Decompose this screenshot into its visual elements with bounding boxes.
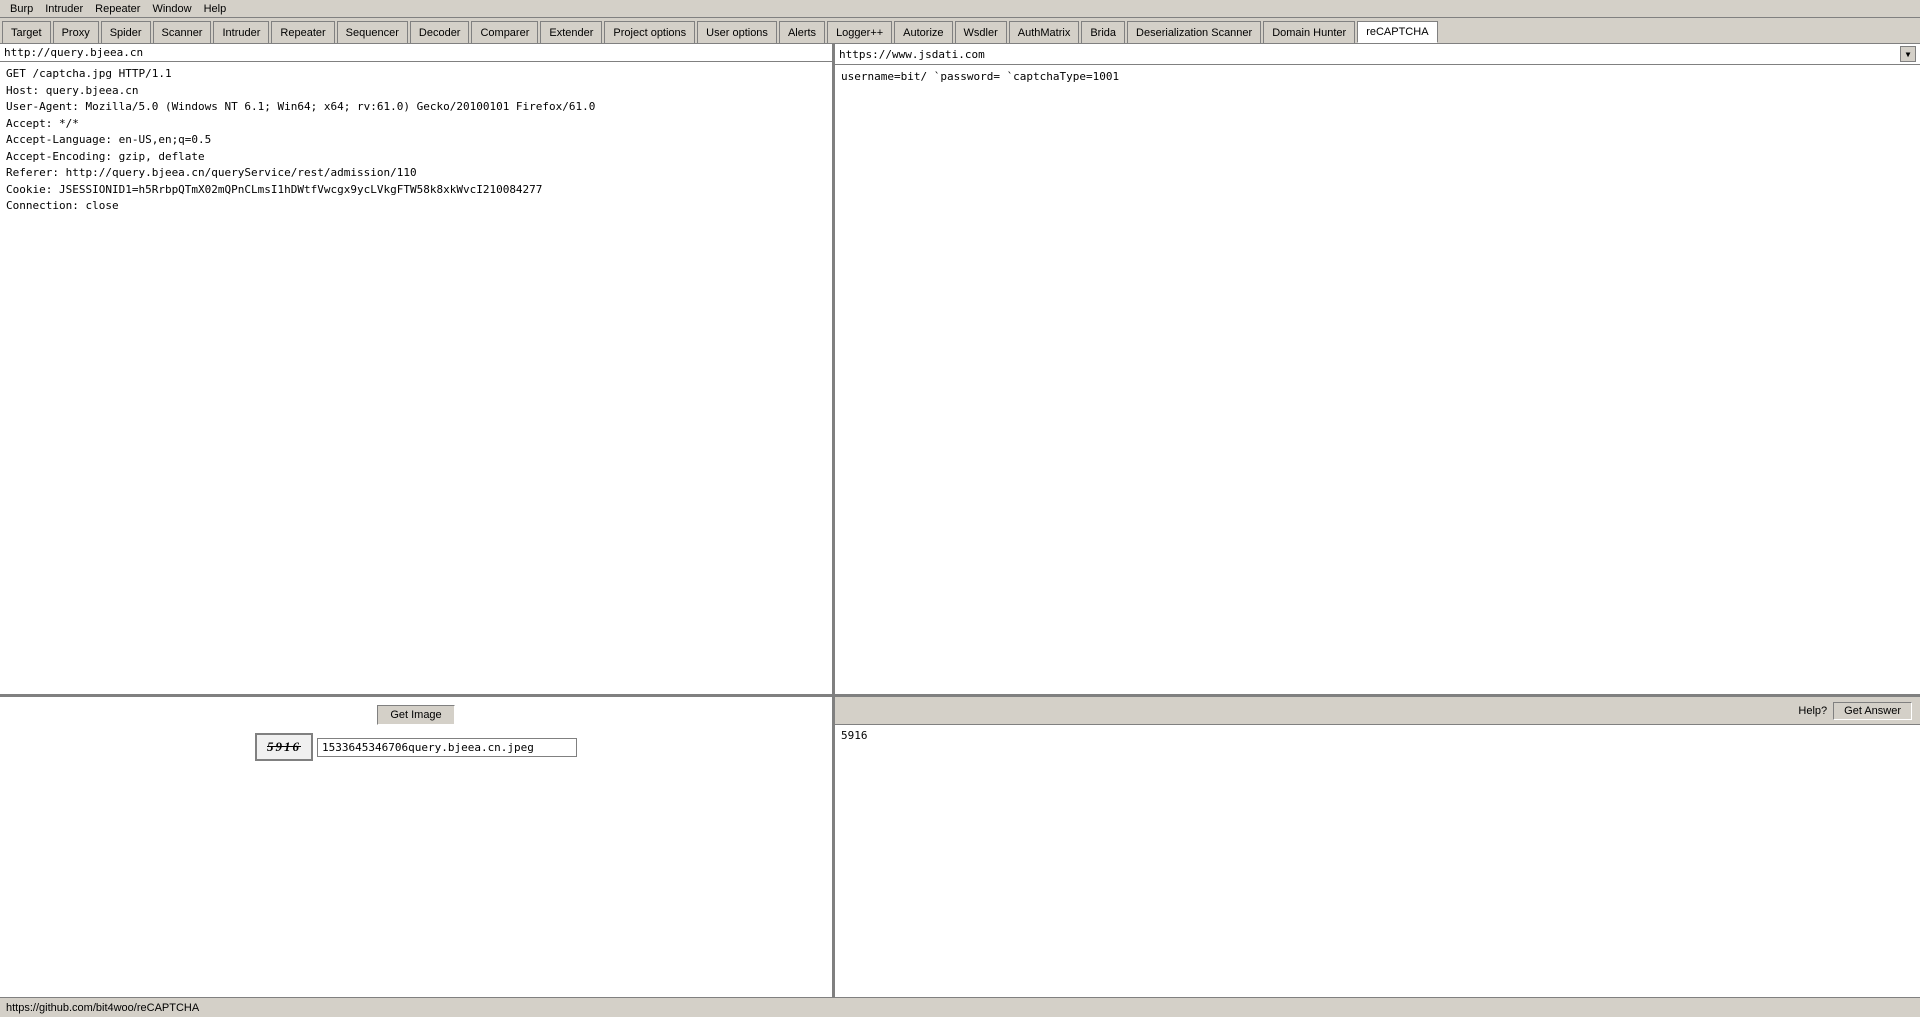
- right-url-bar: https://www.jsdati.com ▼: [835, 44, 1920, 65]
- right-top: https://www.jsdati.com ▼ username=bit/ `…: [835, 44, 1920, 697]
- request-text[interactable]: GET /captcha.jpg HTTP/1.1 Host: query.bj…: [0, 62, 832, 694]
- menu-window[interactable]: Window: [146, 3, 197, 15]
- right-url-text: https://www.jsdati.com: [839, 48, 1900, 61]
- status-text: https://github.com/bit4woo/reCAPTCHA: [6, 1002, 199, 1014]
- left-url-text: http://query.bjeea.cn: [4, 46, 143, 59]
- captcha-filename-input[interactable]: [317, 738, 577, 757]
- menu-burp[interactable]: Burp: [4, 3, 39, 15]
- request-area: http://query.bjeea.cn GET /captcha.jpg H…: [0, 44, 832, 697]
- tab-target[interactable]: Target: [2, 21, 51, 43]
- captcha-row: 5916: [255, 733, 577, 761]
- right-panel: https://www.jsdati.com ▼ username=bit/ `…: [835, 44, 1920, 997]
- tab-wsdler[interactable]: Wsdler: [955, 21, 1007, 43]
- help-label: Help?: [1798, 705, 1827, 717]
- answer-input[interactable]: [835, 725, 1920, 997]
- tab-repeater[interactable]: Repeater: [271, 21, 334, 43]
- tab-domain-hunter[interactable]: Domain Hunter: [1263, 21, 1355, 43]
- dropdown-icon: ▼: [1906, 50, 1911, 59]
- captcha-display-text: 5916: [267, 739, 301, 755]
- menu-help[interactable]: Help: [198, 3, 233, 15]
- tab-comparer[interactable]: Comparer: [471, 21, 538, 43]
- right-params: username=bit/ `password= `captchaType=10…: [835, 65, 1920, 694]
- dropdown-button[interactable]: ▼: [1900, 46, 1916, 62]
- right-params-text: username=bit/ `password= `captchaType=10…: [841, 70, 1119, 83]
- tab-spider[interactable]: Spider: [101, 21, 151, 43]
- answer-toolbar: Help? Get Answer: [835, 697, 1920, 725]
- tab-alerts[interactable]: Alerts: [779, 21, 825, 43]
- status-bar: https://github.com/bit4woo/reCAPTCHA: [0, 997, 1920, 1017]
- menu-bar: Burp Intruder Repeater Window Help: [0, 0, 1920, 18]
- get-answer-button[interactable]: Get Answer: [1833, 702, 1912, 720]
- left-panel: http://query.bjeea.cn GET /captcha.jpg H…: [0, 44, 835, 997]
- tab-recaptcha[interactable]: reCAPTCHA: [1357, 21, 1437, 43]
- tab-deserialization-scanner[interactable]: Deserialization Scanner: [1127, 21, 1261, 43]
- tab-logger++[interactable]: Logger++: [827, 21, 892, 43]
- tab-extender[interactable]: Extender: [540, 21, 602, 43]
- tab-authmatrix[interactable]: AuthMatrix: [1009, 21, 1080, 43]
- tab-bar: TargetProxySpiderScannerIntruderRepeater…: [0, 18, 1920, 44]
- tab-scanner[interactable]: Scanner: [153, 21, 212, 43]
- right-bottom: Help? Get Answer: [835, 697, 1920, 997]
- tab-brida[interactable]: Brida: [1081, 21, 1125, 43]
- tab-user-options[interactable]: User options: [697, 21, 777, 43]
- tab-autorize[interactable]: Autorize: [894, 21, 952, 43]
- get-image-button[interactable]: Get Image: [377, 705, 454, 725]
- main-content: http://query.bjeea.cn GET /captcha.jpg H…: [0, 44, 1920, 997]
- tab-proxy[interactable]: Proxy: [53, 21, 99, 43]
- menu-repeater[interactable]: Repeater: [89, 3, 146, 15]
- tab-intruder[interactable]: Intruder: [213, 21, 269, 43]
- tab-decoder[interactable]: Decoder: [410, 21, 470, 43]
- tab-sequencer[interactable]: Sequencer: [337, 21, 408, 43]
- left-url-bar: http://query.bjeea.cn: [0, 44, 832, 62]
- tab-project-options[interactable]: Project options: [604, 21, 695, 43]
- captcha-area: Get Image 5916: [0, 697, 832, 997]
- captcha-image: 5916: [255, 733, 313, 761]
- menu-intruder[interactable]: Intruder: [39, 3, 89, 15]
